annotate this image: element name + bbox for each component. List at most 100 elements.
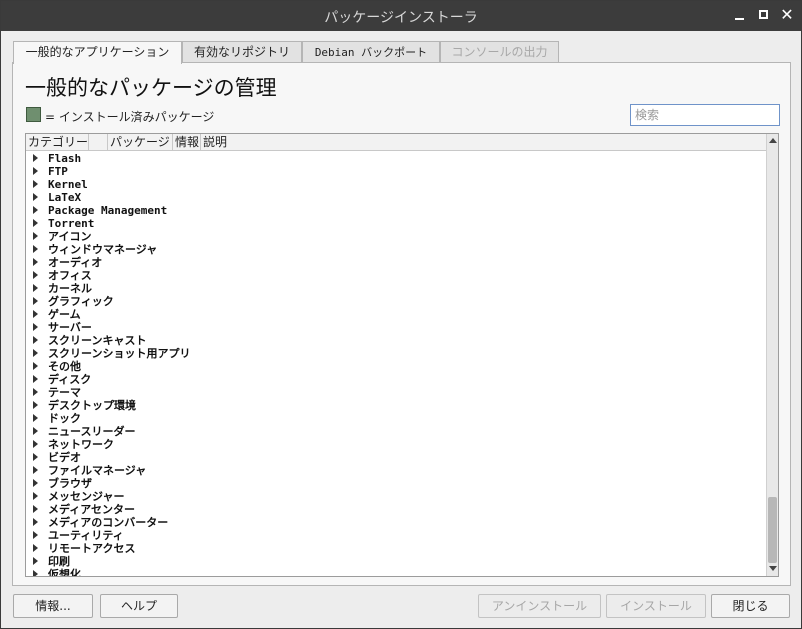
tree-category-row[interactable]: Flash [26,152,766,165]
tree-category-row[interactable]: ネットワーク [26,438,766,451]
close-button[interactable]: 閉じる [711,594,790,618]
tree-category-row[interactable]: その他 [26,360,766,373]
category-label: サーバー [48,321,92,334]
expand-arrow-icon[interactable] [33,401,38,409]
expand-arrow-icon[interactable] [33,180,38,188]
tree-category-row[interactable]: 仮想化 [26,568,766,577]
vertical-scrollbar[interactable] [766,134,778,576]
expand-arrow-icon[interactable] [33,271,38,279]
expand-arrow-icon[interactable] [33,479,38,487]
expand-arrow-icon[interactable] [33,245,38,253]
expand-arrow-icon[interactable] [33,362,38,370]
expand-arrow-icon[interactable] [33,505,38,513]
tree-category-row[interactable]: ビデオ [26,451,766,464]
tree-category-row[interactable]: FTP [26,165,766,178]
category-label: スクリーンキャスト [48,334,147,347]
close-window-button[interactable]: ✕ [777,5,797,25]
tree-category-row[interactable]: サーバー [26,321,766,334]
minimize-button[interactable] [729,5,749,25]
scroll-up-arrow-icon[interactable] [768,135,778,147]
expand-arrow-icon[interactable] [33,219,38,227]
tree-category-row[interactable]: メッセンジャー [26,490,766,503]
expand-arrow-icon[interactable] [33,427,38,435]
tree-category-row[interactable]: Torrent [26,217,766,230]
title-bar[interactable]: パッケージインストーラ ✕ [1,1,801,31]
install-button[interactable]: インストール [606,594,706,618]
scroll-thumb[interactable] [768,497,777,563]
category-label: 印刷 [48,555,70,568]
tree-category-row[interactable]: グラフィック [26,295,766,308]
tree-category-row[interactable]: テーマ [26,386,766,399]
expand-arrow-icon[interactable] [33,531,38,539]
expand-arrow-icon[interactable] [33,297,38,305]
tree-category-row[interactable]: スクリーンショット用アプリ [26,347,766,360]
tree-category-row[interactable]: オーディオ [26,256,766,269]
tree-category-row[interactable]: デスクトップ環境 [26,399,766,412]
search-input[interactable] [630,104,780,126]
tree-category-row[interactable]: ユーティリティ [26,529,766,542]
category-label: その他 [48,360,81,373]
category-label: カーネル [48,282,92,295]
expand-arrow-icon[interactable] [33,349,38,357]
help-button[interactable]: ヘルプ [100,594,178,618]
tree-category-row[interactable]: カーネル [26,282,766,295]
tree-category-row[interactable]: Kernel [26,178,766,191]
tree-category-row[interactable]: ニュースリーダー [26,425,766,438]
tree-category-row[interactable]: Package Management [26,204,766,217]
expand-arrow-icon[interactable] [33,557,38,565]
column-info[interactable]: 情報 [173,134,201,151]
tree-category-row[interactable]: オフィス [26,269,766,282]
category-label: 仮想化 [48,568,81,577]
tab-debian-backports[interactable]: Debian バックポート [302,41,440,63]
tree-header: カテゴリー パッケージ 情報 説明 [26,134,766,151]
expand-arrow-icon[interactable] [33,336,38,344]
info-button[interactable]: 情報... [13,594,93,618]
column-installed[interactable] [89,134,108,151]
expand-arrow-icon[interactable] [33,570,38,576]
maximize-button[interactable] [753,5,773,25]
expand-arrow-icon[interactable] [33,323,38,331]
column-package[interactable]: パッケージ [108,134,173,151]
tree-category-row[interactable]: ゲーム [26,308,766,321]
expand-arrow-icon[interactable] [33,440,38,448]
column-description[interactable]: 説明 [201,134,766,151]
expand-arrow-icon[interactable] [33,388,38,396]
close-icon: ✕ [780,5,794,24]
expand-arrow-icon[interactable] [33,544,38,552]
expand-arrow-icon[interactable] [33,167,38,175]
tree-category-row[interactable]: LaTeX [26,191,766,204]
tree-category-row[interactable]: リモートアクセス [26,542,766,555]
tree-category-row[interactable]: メディアセンター [26,503,766,516]
expand-arrow-icon[interactable] [33,206,38,214]
expand-arrow-icon[interactable] [33,375,38,383]
expand-arrow-icon[interactable] [33,310,38,318]
tab-enabled-repositories[interactable]: 有効なリポジトリ [182,41,302,63]
expand-arrow-icon[interactable] [33,154,38,162]
expand-arrow-icon[interactable] [33,453,38,461]
tab-general-applications[interactable]: 一般的なアプリケーション [13,41,182,64]
expand-arrow-icon[interactable] [33,232,38,240]
tree-category-row[interactable]: ブラウザ [26,477,766,490]
expand-arrow-icon[interactable] [33,284,38,292]
expand-arrow-icon[interactable] [33,193,38,201]
scroll-down-arrow-icon[interactable] [768,563,778,575]
expand-arrow-icon[interactable] [33,466,38,474]
tree-category-row[interactable]: 印刷 [26,555,766,568]
expand-arrow-icon[interactable] [33,414,38,422]
tree-category-row[interactable]: アイコン [26,230,766,243]
tree-category-row[interactable]: ウィンドウマネージャ [26,243,766,256]
minimize-icon [734,17,744,20]
column-category[interactable]: カテゴリー [26,134,89,151]
category-label: ビデオ [48,451,81,464]
tree-category-row[interactable]: スクリーンキャスト [26,334,766,347]
tree-category-row[interactable]: メディアのコンバーター [26,516,766,529]
tree-category-row[interactable]: ドック [26,412,766,425]
tree-category-row[interactable]: ディスク [26,373,766,386]
expand-arrow-icon[interactable] [33,492,38,500]
uninstall-button[interactable]: アンインストール [478,594,601,618]
expand-arrow-icon[interactable] [33,258,38,266]
installed-color-swatch [26,107,41,122]
expand-arrow-icon[interactable] [33,518,38,526]
tree-category-row[interactable]: ファイルマネージャ [26,464,766,477]
package-tree[interactable]: カテゴリー パッケージ 情報 説明 Flash FTP Kernel LaTeX Pac… [25,133,779,577]
